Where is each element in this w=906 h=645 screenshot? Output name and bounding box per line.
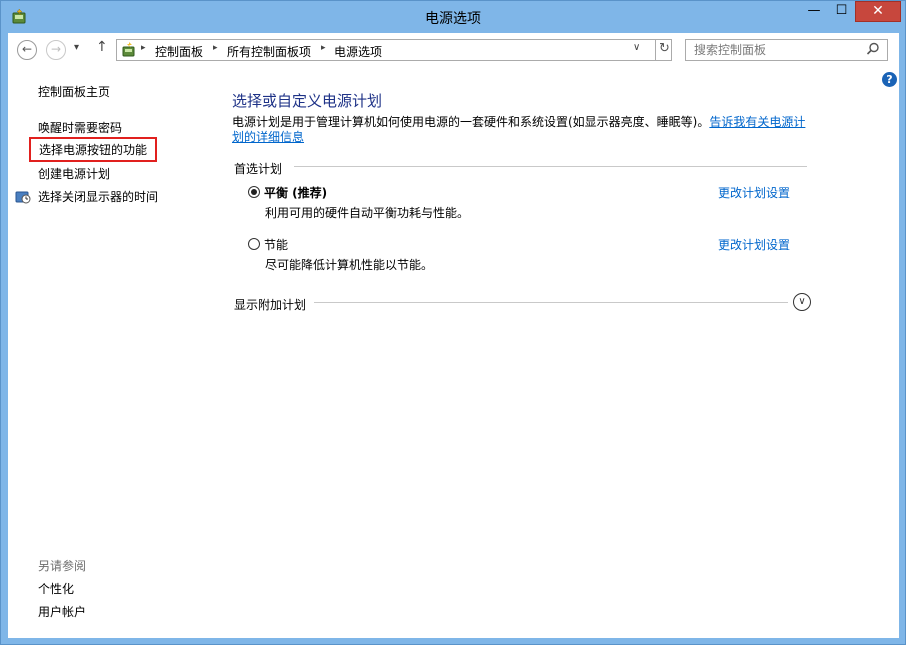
sidebar-item-personalization[interactable]: 个性化 [38, 580, 74, 597]
close-button[interactable]: ✕ [855, 1, 901, 22]
back-arrow-icon: ← [21, 42, 33, 56]
plan-radio-balanced[interactable] [248, 186, 260, 198]
breadcrumb-control-panel[interactable]: 控制面板 [155, 43, 203, 60]
plan-name-power-saver[interactable]: 节能 [264, 236, 288, 253]
back-button[interactable]: ← [17, 40, 37, 60]
up-arrow-icon: ↑ [96, 39, 108, 55]
content-area: ? 控制面板主页 唤醒时需要密码 选择电源按钮的功能 创建电源计划 选择关闭显示… [8, 65, 899, 638]
control-panel-icon [122, 42, 135, 57]
navigation-bar: ← → ▾ ↑ ▸ 控制面板 ▸ 所有控制面板项 ▸ 电源选项 ∨ ↻ [8, 33, 899, 65]
search-box[interactable] [685, 39, 888, 61]
plan-name-balanced[interactable]: 平衡 (推荐) [264, 184, 327, 201]
recent-locations-button[interactable]: ▾ [74, 42, 79, 53]
expand-chevron-icon[interactable]: ∨ [793, 293, 811, 311]
plan-desc-power-saver: 尽可能降低计算机性能以节能。 [265, 258, 434, 272]
page-title: 选择或自定义电源计划 [232, 92, 383, 110]
display-timer-icon [15, 191, 31, 204]
up-button[interactable]: ↑ [96, 39, 108, 55]
breadcrumb-power-options[interactable]: 电源选项 [334, 43, 382, 60]
window-title: 电源选项 [425, 11, 481, 27]
plan-desc-balanced: 利用可用的硬件自动平衡功耗与性能。 [265, 206, 470, 220]
search-icon[interactable] [866, 42, 880, 56]
sidebar-item-display-timeout[interactable]: 选择关闭显示器的时间 [38, 188, 158, 205]
description-text: 电源计划是用于管理计算机如何使用电源的一套硬件和系统设置(如显示器亮度、睡眠等)… [232, 115, 710, 129]
section-divider [294, 166, 807, 167]
section-divider [314, 302, 788, 303]
change-plan-settings-balanced[interactable]: 更改计划设置 [718, 184, 790, 201]
forward-arrow-icon: → [50, 42, 62, 56]
maximize-button[interactable]: ☐ [828, 1, 855, 22]
help-icon[interactable]: ? [882, 72, 897, 87]
breadcrumb-separator-icon: ▸ [141, 43, 146, 53]
maximize-icon: ☐ [835, 3, 848, 18]
search-input[interactable] [694, 42, 864, 58]
sidebar-item-power-button[interactable]: 选择电源按钮的功能 [29, 137, 158, 162]
title-bar[interactable]: 电源选项 — ☐ ✕ [1, 1, 905, 33]
plan-radio-power-saver[interactable] [248, 238, 260, 250]
power-options-window: 电源选项 — ☐ ✕ ← → ▾ ↑ ▸ 控制面板 ▸ 所有控制面板项 ▸ 电源… [0, 0, 906, 645]
page-description: 电源计划是用于管理计算机如何使用电源的一套硬件和系统设置(如显示器亮度、睡眠等)… [232, 115, 817, 145]
breadcrumb-separator-icon: ▸ [213, 43, 218, 53]
forward-button[interactable]: → [46, 40, 66, 60]
address-dropdown-icon[interactable]: ∨ [633, 42, 640, 53]
see-also-heading: 另请参阅 [38, 559, 87, 573]
change-plan-settings-power-saver[interactable]: 更改计划设置 [718, 236, 790, 253]
minimize-button[interactable]: — [800, 1, 828, 22]
preferred-plans-heading: 首选计划 [234, 162, 283, 176]
sidebar-item-require-password[interactable]: 唤醒时需要密码 [38, 119, 122, 136]
show-additional-plans[interactable]: 显示附加计划 [234, 296, 306, 313]
breadcrumb-separator-icon: ▸ [321, 43, 326, 53]
sidebar-item-user-accounts[interactable]: 用户帐户 [38, 603, 86, 620]
address-bar[interactable]: ▸ 控制面板 ▸ 所有控制面板项 ▸ 电源选项 ∨ ↻ [116, 39, 672, 61]
close-icon: ✕ [872, 3, 884, 19]
chevron-down-icon: ▾ [74, 42, 80, 53]
refresh-icon[interactable]: ↻ [655, 39, 673, 61]
sidebar-item-control-panel-home[interactable]: 控制面板主页 [38, 83, 110, 100]
breadcrumb-all-items[interactable]: 所有控制面板项 [227, 43, 311, 60]
sidebar-item-create-plan[interactable]: 创建电源计划 [38, 165, 110, 182]
minimize-icon: — [807, 3, 821, 18]
